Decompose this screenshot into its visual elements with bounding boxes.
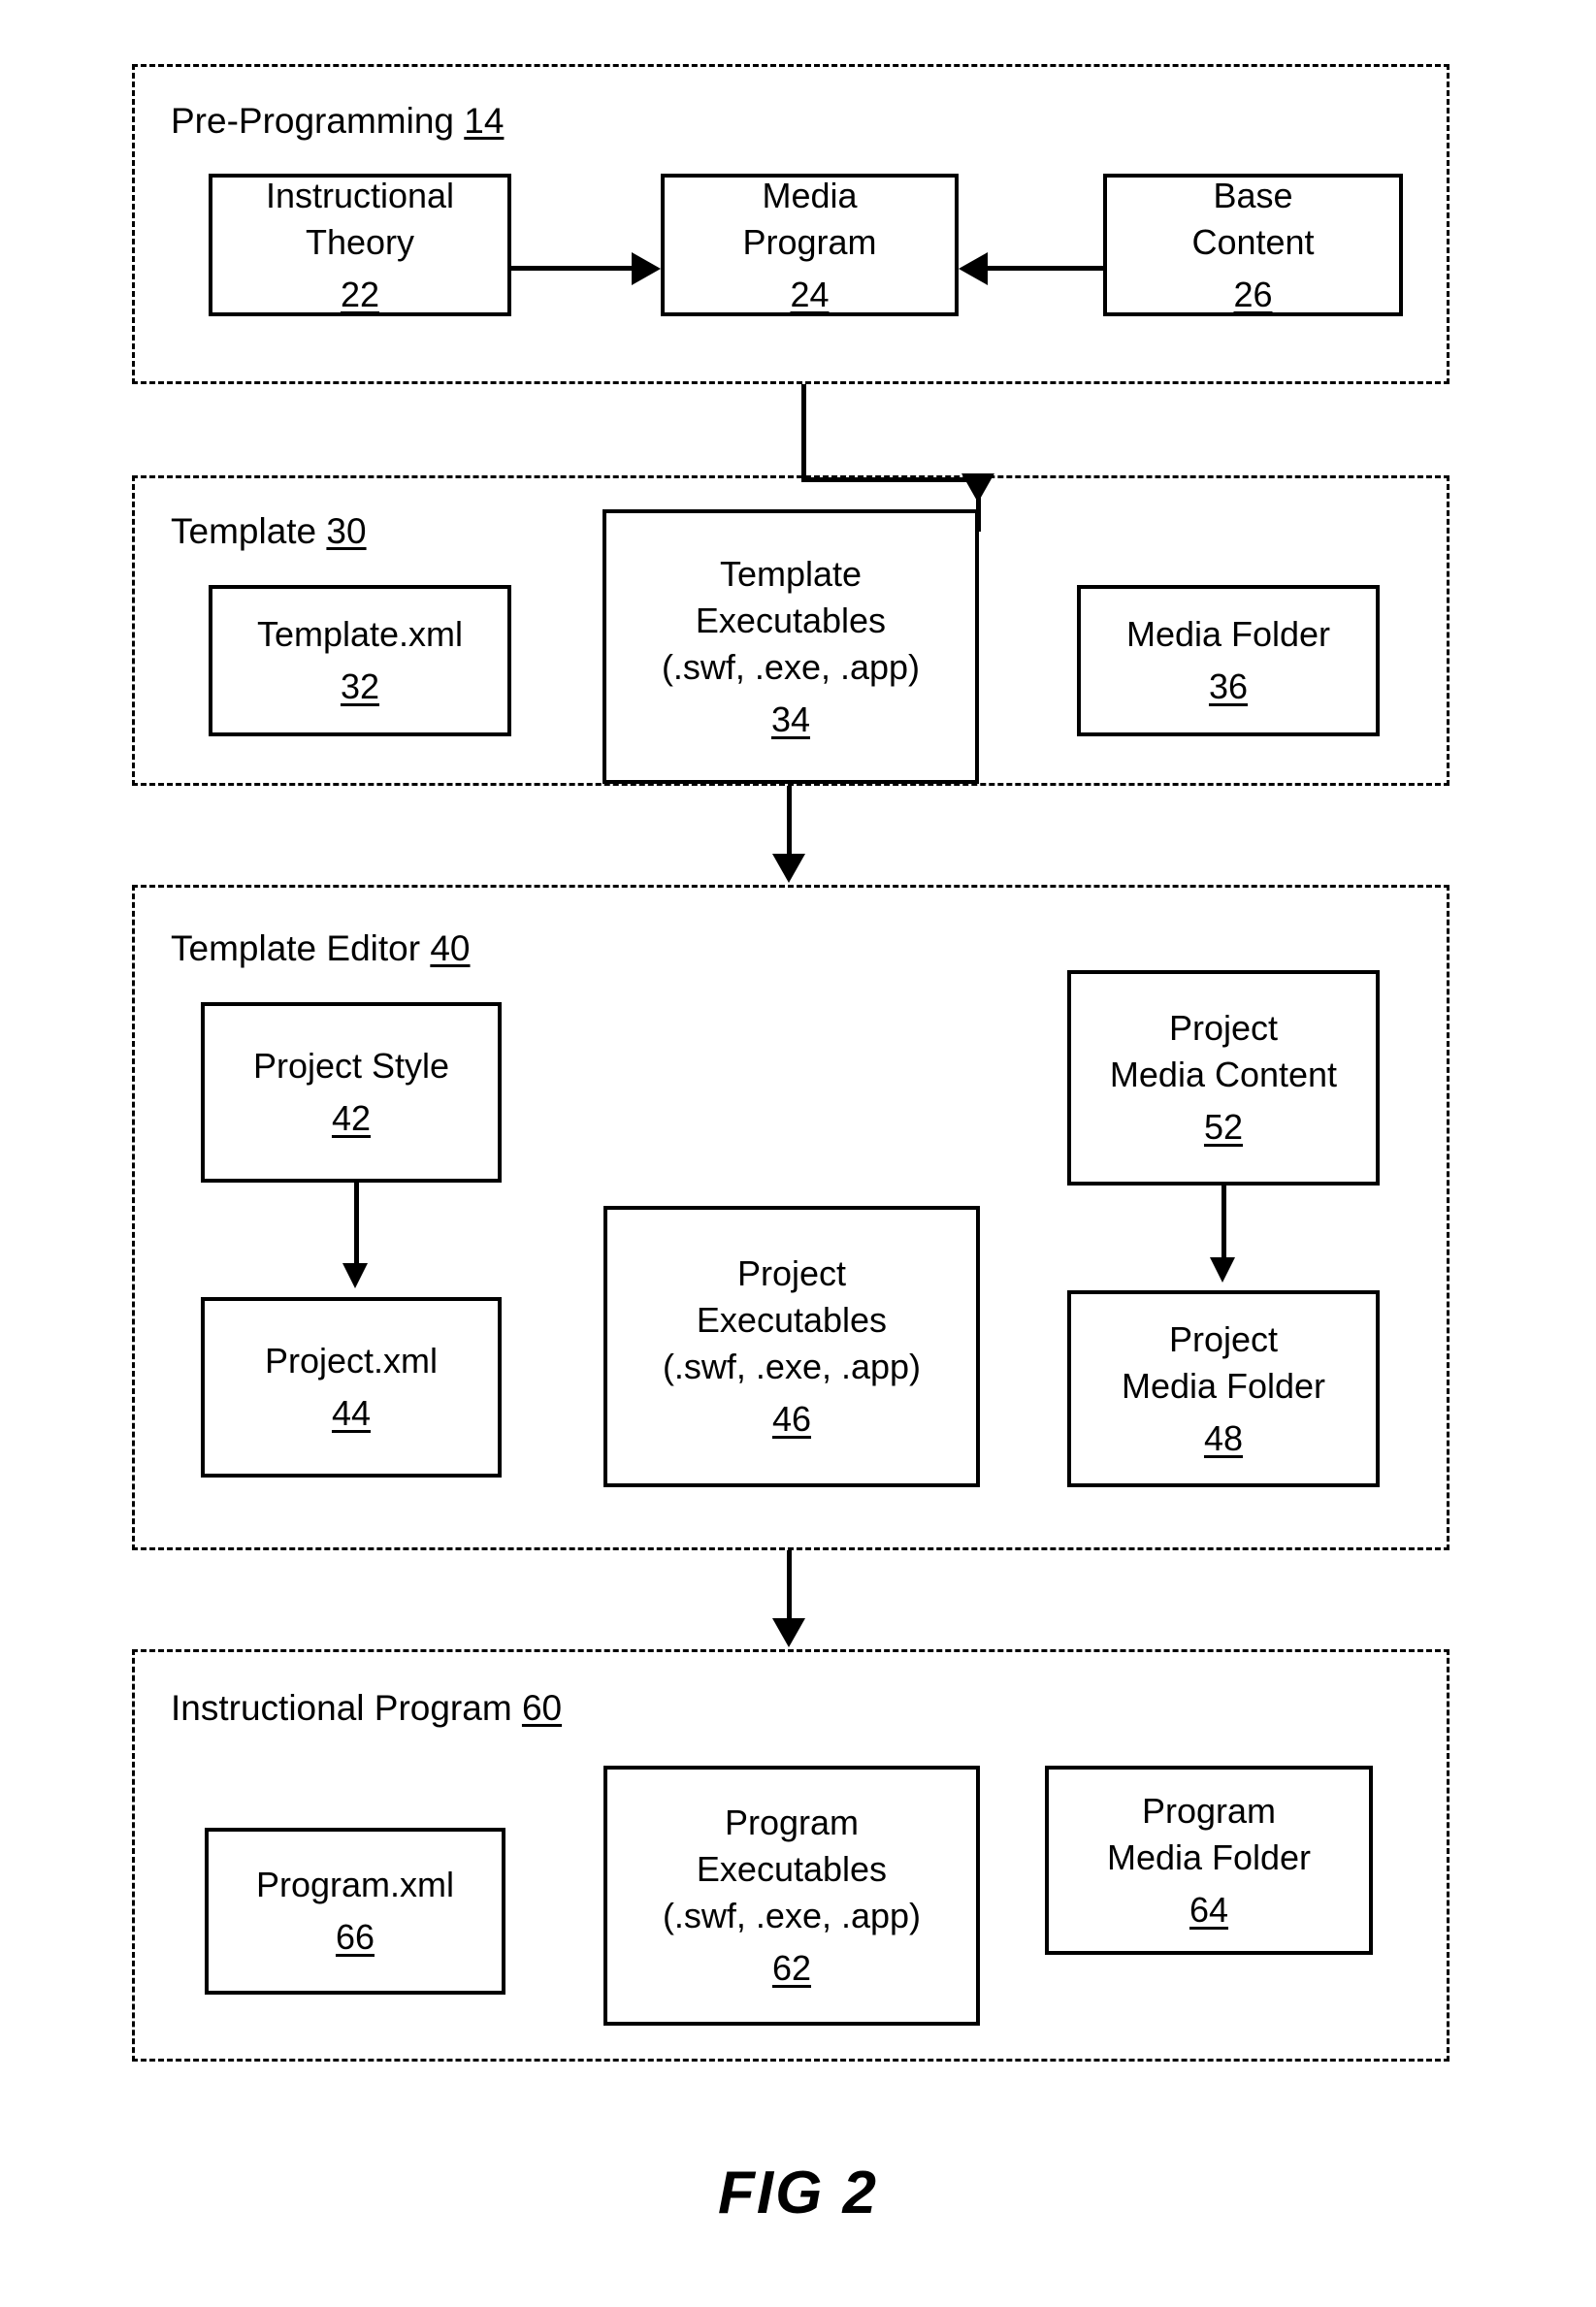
- group-title-pre-programming: Pre-Programming 14: [171, 101, 504, 142]
- node-template-executables[interactable]: Template Executables (.swf, .exe, .app) …: [603, 509, 979, 784]
- node-project-media-folder[interactable]: Project Media Folder 48: [1067, 1290, 1380, 1487]
- arrowhead-mediacontent-to-mediafolder: [1210, 1257, 1235, 1283]
- group-label-text: Template: [171, 511, 327, 551]
- connector-mediacontent-to-mediafolder: [1221, 1186, 1226, 1265]
- node-ref-number: 42: [331, 1098, 372, 1138]
- node-ref-number: 32: [340, 666, 380, 706]
- node-label: Program.xml: [255, 1865, 455, 1904]
- node-label: Project Media Folder: [1121, 1318, 1326, 1406]
- node-label: Base Content: [1191, 175, 1315, 262]
- node-label: Project Media Content: [1109, 1008, 1338, 1094]
- group-label-text: Pre-Programming: [171, 101, 465, 141]
- node-label: Project.xml: [264, 1341, 439, 1381]
- node-ref-number: 24: [790, 274, 830, 314]
- group-label-text: Instructional Program: [171, 1688, 522, 1728]
- group-ref-number: 60: [521, 1688, 563, 1728]
- node-ref-number: 62: [771, 1948, 812, 1988]
- node-ref-number: 64: [1189, 1889, 1229, 1930]
- connector-base-to-media: [988, 266, 1103, 271]
- node-program-xml[interactable]: Program.xml 66: [205, 1828, 505, 1995]
- group-title-instructional-program: Instructional Program 60: [171, 1688, 562, 1729]
- arrowhead-style-to-projectxml: [342, 1263, 368, 1288]
- group-title-template-editor: Template Editor 40: [171, 928, 471, 969]
- node-ref-number: 22: [340, 274, 380, 314]
- arrowhead-base-to-media: [959, 252, 988, 285]
- node-ref-number: 44: [331, 1393, 372, 1433]
- node-label: Project Style: [252, 1046, 450, 1086]
- connector-theory-to-media: [511, 266, 634, 271]
- node-label: Template.xml: [256, 614, 464, 654]
- node-label: Program Media Folder: [1106, 1790, 1312, 1877]
- group-ref-number: 30: [326, 511, 367, 551]
- node-label: Media Folder: [1125, 614, 1331, 654]
- arrowhead-editor-to-program: [772, 1618, 805, 1647]
- node-ref-number: 36: [1208, 666, 1249, 706]
- node-media-folder[interactable]: Media Folder 36: [1077, 585, 1380, 736]
- arrowhead-template-to-editor: [772, 854, 805, 883]
- node-label: Instructional Theory: [265, 175, 455, 262]
- node-ref-number: 48: [1203, 1417, 1244, 1458]
- node-instructional-theory[interactable]: Instructional Theory 22: [209, 174, 511, 316]
- node-ref-number: 52: [1203, 1107, 1244, 1147]
- node-label: Template Executables (.swf, .exe, .app): [661, 553, 921, 687]
- node-label: Project Executables (.swf, .exe, .app): [662, 1253, 922, 1386]
- node-ref-number: 26: [1233, 274, 1273, 314]
- node-program-executables[interactable]: Program Executables (.swf, .exe, .app) 6…: [603, 1766, 980, 2026]
- node-program-media-folder[interactable]: Program Media Folder 64: [1045, 1766, 1373, 1955]
- node-ref-number: 66: [335, 1917, 375, 1957]
- node-project-style[interactable]: Project Style 42: [201, 1002, 502, 1183]
- connector-style-to-projectxml: [354, 1183, 359, 1269]
- figure-caption: FIG 2: [717, 2160, 879, 2226]
- node-ref-number: 34: [770, 699, 811, 739]
- node-project-executables[interactable]: Project Executables (.swf, .exe, .app) 4…: [603, 1206, 980, 1487]
- node-base-content[interactable]: Base Content 26: [1103, 174, 1403, 316]
- arrowhead-theory-to-media: [632, 252, 661, 285]
- node-label: Media Program: [742, 175, 877, 262]
- group-ref-number: 40: [430, 928, 471, 968]
- group-ref-number: 14: [464, 101, 505, 141]
- node-template-xml[interactable]: Template.xml 32: [209, 585, 511, 736]
- patent-figure: Pre-Programming 14 Instructional Theory …: [0, 0, 1596, 2307]
- group-title-template: Template 30: [171, 511, 367, 552]
- group-label-text: Template Editor: [171, 928, 431, 968]
- node-ref-number: 46: [771, 1399, 812, 1439]
- node-media-program[interactable]: Media Program 24: [661, 174, 959, 316]
- connector-seg-vertical-1: [801, 384, 806, 482]
- node-project-media-content[interactable]: Project Media Content 52: [1067, 970, 1380, 1186]
- node-project-xml[interactable]: Project.xml 44: [201, 1297, 502, 1478]
- node-label: Program Executables (.swf, .exe, .app): [662, 1803, 922, 1935]
